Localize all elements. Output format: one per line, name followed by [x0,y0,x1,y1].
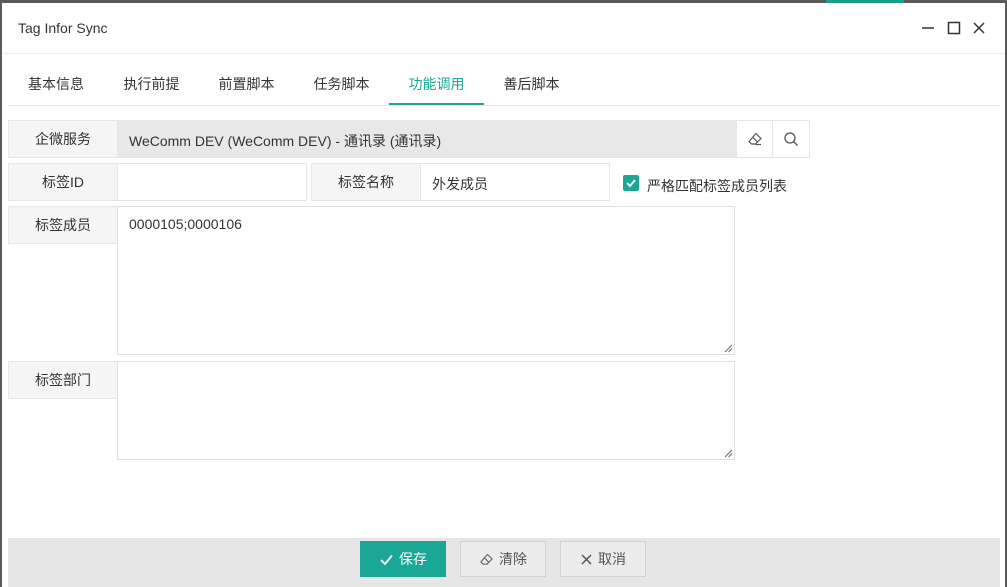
tag-id-label: 标签ID [8,163,118,201]
save-button[interactable]: 保存 [360,541,446,577]
tag-name-label: 标签名称 [311,163,421,201]
tab-function-call[interactable]: 功能调用 [389,53,484,105]
tag-departments-textarea[interactable] [117,361,735,460]
tag-members-label: 标签成员 [8,206,118,244]
search-icon [784,132,798,146]
cancel-label: 取消 [598,551,626,567]
tab-basic-info[interactable]: 基本信息 [8,53,104,104]
strict-match-checkbox[interactable] [623,175,639,191]
title-bar: Tag Infor Sync [2,3,1005,54]
tab-preconditions[interactable]: 执行前提 [104,53,199,104]
check-icon [626,179,636,188]
minimize-button[interactable] [917,17,939,39]
maximize-icon [947,21,961,35]
dialog-window: Tag Infor Sync 基本信息 执行前提 前置脚本 任务脚本 功能调用 … [2,3,1005,587]
tab-bar: 基本信息 执行前提 前置脚本 任务脚本 功能调用 善后脚本 [8,53,1000,106]
save-label: 保存 [399,551,427,567]
close-icon [580,553,593,566]
cancel-button[interactable]: 取消 [560,541,646,577]
tag-name-value: 外发成员 [432,176,488,192]
tag-members-value: 0000105;0000106 [129,216,242,232]
close-button[interactable] [968,17,990,39]
eraser-icon [479,552,494,567]
maximize-button[interactable] [943,17,965,39]
service-field[interactable]: WeComm DEV (WeComm DEV) - 通讯录 (通讯录) [117,120,737,158]
check-icon [379,552,394,567]
service-value: WeComm DEV (WeComm DEV) - 通讯录 (通讯录) [129,133,442,149]
strict-match-label[interactable]: 严格匹配标签成员列表 [647,176,787,196]
resize-grip-icon[interactable] [724,449,733,458]
tag-name-input[interactable]: 外发成员 [420,163,610,201]
clear-label: 清除 [499,551,527,567]
window-title: Tag Infor Sync [18,20,108,36]
tag-members-textarea[interactable]: 0000105;0000106 [117,206,735,355]
tag-id-input[interactable] [117,163,307,201]
search-service-button[interactable] [772,120,810,158]
minimize-icon [922,27,934,29]
service-label: 企微服务 [8,120,118,158]
resize-grip-icon[interactable] [724,344,733,353]
close-icon [973,22,985,34]
clear-button[interactable]: 清除 [460,541,546,577]
tab-task-script[interactable]: 任务脚本 [294,53,389,104]
clear-service-button[interactable] [736,120,773,158]
dialog-footer: 保存 清除 取消 [8,538,1000,587]
tag-departments-label: 标签部门 [8,361,118,399]
tab-post-script[interactable]: 善后脚本 [484,53,579,104]
eraser-icon [747,132,762,146]
tab-pre-script[interactable]: 前置脚本 [199,53,294,104]
